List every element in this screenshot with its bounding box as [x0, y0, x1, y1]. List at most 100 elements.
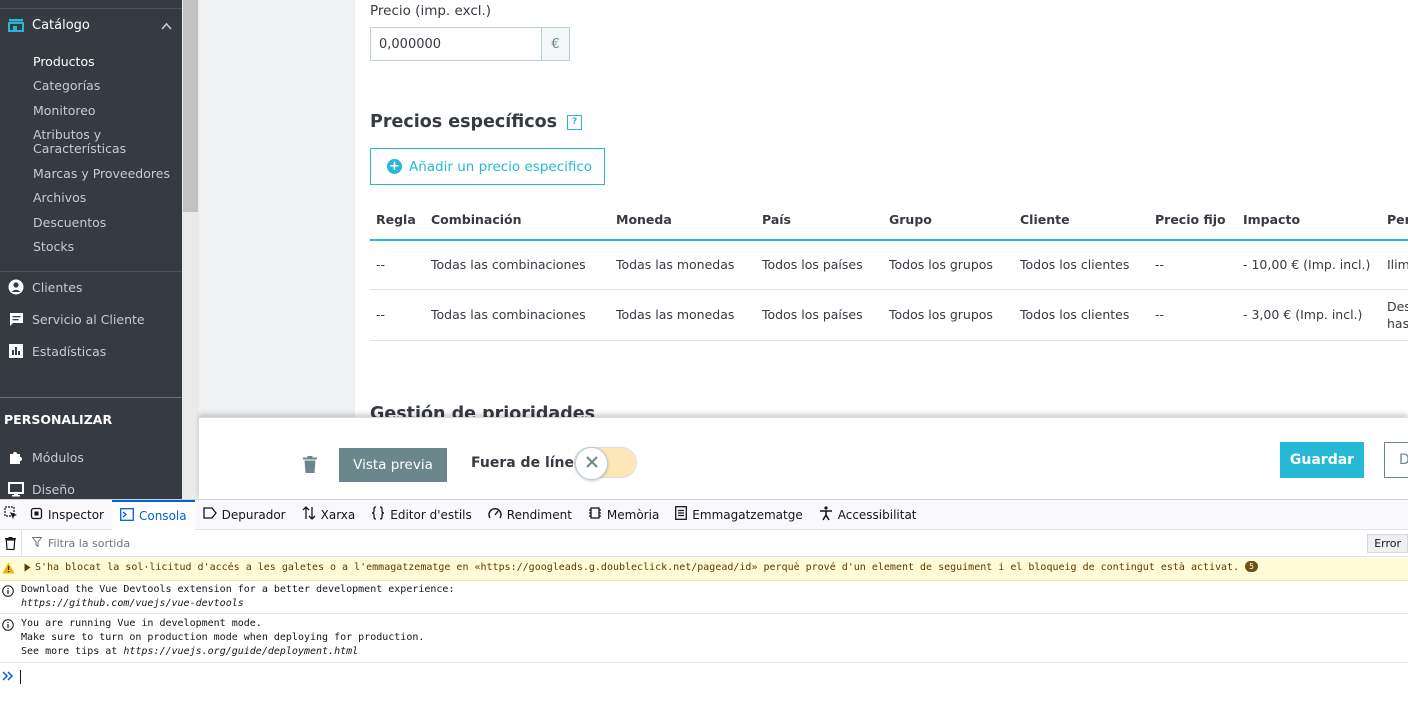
price-input-group: € [370, 27, 570, 61]
tab-inspector[interactable]: Inspector [22, 500, 112, 530]
table-cell: Ilim [1381, 240, 1408, 290]
tab-network[interactable]: Xarxa [294, 500, 364, 530]
tab-label: Xarxa [320, 507, 356, 522]
table-cell: Todas las monedas [610, 240, 756, 290]
sidebar-item-modules[interactable]: Módulos [0, 446, 182, 468]
sidebar-item-catalog[interactable]: Catálogo [0, 9, 182, 41]
table-cell: Todas las monedas [610, 289, 756, 341]
column-header: Combinación [425, 200, 610, 241]
table-cell: -- [1149, 240, 1237, 290]
inspector-icon [30, 507, 43, 523]
sidebar-item-label: Clientes [32, 279, 83, 295]
currency-addon: € [541, 28, 569, 60]
add-specific-price-button[interactable]: + Añadir un precio especifico [370, 148, 605, 185]
sidebar-subitem-categories[interactable]: Categorías [33, 79, 100, 93]
save-button[interactable]: Guardar [1280, 442, 1364, 478]
message-line: You are running Vue in development mode. [21, 618, 262, 629]
tab-performance[interactable]: Rendiment [480, 500, 580, 530]
table-cell: -- [370, 240, 425, 290]
sidebar-subitem-discounts[interactable]: Descuentos [33, 216, 106, 230]
sidebar-subitem-products[interactable]: Productos [33, 55, 95, 69]
duplicate-button[interactable]: D [1384, 442, 1408, 478]
table-row: -- Todas las combinaciones Todas las mon… [370, 240, 1408, 290]
message-text: Download the Vue Devtools extension for … [21, 583, 454, 611]
debugger-icon [202, 507, 217, 522]
sidebar-item-label: Módulos [32, 449, 84, 465]
product-pricing-panel: Precio (imp. excl.) € Precios específico… [355, 0, 1408, 417]
table-cell: - 10,00 € (Imp. incl.) [1237, 240, 1381, 290]
tab-label: Editor d'estils [390, 507, 472, 522]
help-icon[interactable]: ? [567, 114, 583, 130]
tab-storage[interactable]: Emmagatzematge [667, 500, 810, 530]
console-input-line[interactable] [0, 664, 1408, 690]
delete-product-trash-icon[interactable] [303, 456, 317, 477]
element-picker-icon [4, 506, 18, 523]
table-cell: Des has [1381, 289, 1408, 341]
console-info-message[interactable]: Download the Vue Devtools extension for … [0, 581, 1408, 614]
chevron-up-icon[interactable] [161, 19, 172, 34]
table-cell: Todos los países [756, 240, 883, 290]
price-tax-excl-input[interactable] [371, 28, 541, 60]
preview-button[interactable]: Vista previa [339, 448, 447, 482]
devtools-tabbar: Inspector Consola Depurador Xarxa Editor… [0, 499, 1408, 530]
online-toggle-switch[interactable] [574, 447, 637, 480]
sidebar-item-customers[interactable]: Clientes [0, 276, 182, 298]
tab-label: Inspector [48, 507, 104, 522]
console-warning-message[interactable]: S'ha blocat la sol·licitud d'accés a les… [0, 558, 1408, 581]
sidebar-scrollbar-thumb[interactable] [183, 0, 198, 212]
tab-label: Consola [138, 508, 187, 523]
priority-management-title: Gestión de prioridades [370, 404, 596, 417]
tab-label: Rendiment [506, 507, 572, 522]
double-chevron-right-icon [0, 670, 20, 685]
console-info-message[interactable]: You are running Vue in development mode.… [0, 614, 1408, 663]
table-cell: -- [1149, 289, 1237, 341]
toggle-knob[interactable] [575, 447, 608, 480]
chart-icon [0, 344, 32, 358]
element-picker-button[interactable] [0, 500, 22, 530]
sidebar-item-design[interactable]: Diseño [0, 478, 182, 499]
storage-icon [675, 506, 688, 523]
specific-prices-table: Regla Combinación Moneda País Grupo Clie… [370, 200, 1408, 341]
console-icon [120, 507, 134, 524]
network-icon [302, 506, 316, 523]
tab-debugger[interactable]: Depurador [195, 500, 294, 530]
clear-console-trash-icon[interactable] [0, 529, 22, 557]
table-cell: Todas las combinaciones [425, 289, 610, 341]
tab-accessibility[interactable]: Accessibilitat [811, 500, 925, 530]
sidebar-subitem-features[interactable]: Características [33, 142, 126, 156]
sidebar-subitem-monitoring[interactable]: Monitoreo [33, 104, 96, 118]
sidebar-subitem-brands[interactable]: Marcas y Proveedores [33, 167, 170, 181]
offline-label: Fuera de línea [471, 455, 584, 471]
style-editor-icon [371, 506, 385, 523]
button-label: Añadir un precio especifico [409, 158, 593, 175]
column-header: Moneda [610, 200, 756, 241]
sidebar-subitem-attributes[interactable]: Atributos y [33, 128, 101, 142]
message-link[interactable]: https://vuejs.org/guide/deployment.html [123, 646, 358, 657]
plus-circle-icon: + [387, 159, 402, 174]
sidebar-item-customer-service[interactable]: Servicio al Cliente [0, 308, 182, 330]
tab-console[interactable]: Consola [111, 499, 195, 530]
section-title-text: Precios específicos [370, 112, 558, 132]
sidebar-item-statistics[interactable]: Estadísticas [0, 340, 182, 362]
accessibility-icon [819, 505, 833, 524]
table-row: -- Todas las combinaciones Todas las mon… [370, 289, 1408, 341]
message-line: Make sure to turn on production mode whe… [21, 632, 425, 643]
tab-label: Depurador [221, 507, 286, 522]
tab-memory[interactable]: Memòria [580, 500, 667, 530]
errors-filter-button[interactable]: Error [1367, 534, 1408, 553]
tab-style-editor[interactable]: Editor d'estils [363, 500, 480, 530]
warning-icon [2, 562, 15, 577]
sidebar-subitem-stocks[interactable]: Stocks [33, 240, 74, 254]
monitor-icon [0, 481, 32, 497]
message-line: Download the Vue Devtools extension for … [21, 584, 455, 595]
column-header: Per [1381, 200, 1408, 241]
table-cell: - 3,00 € (Imp. incl.) [1237, 289, 1381, 341]
memory-icon [588, 506, 602, 523]
message-link[interactable]: https://github.com/vuejs/vue-devtools [21, 598, 244, 609]
console-filter-input[interactable] [48, 536, 648, 550]
filter-icon [31, 536, 43, 551]
devtools-panel: Inspector Consola Depurador Xarxa Editor… [0, 499, 1408, 711]
expand-arrow-icon[interactable] [24, 563, 31, 575]
tab-label: Memòria [606, 507, 660, 522]
sidebar-subitem-files[interactable]: Archivos [33, 191, 86, 205]
